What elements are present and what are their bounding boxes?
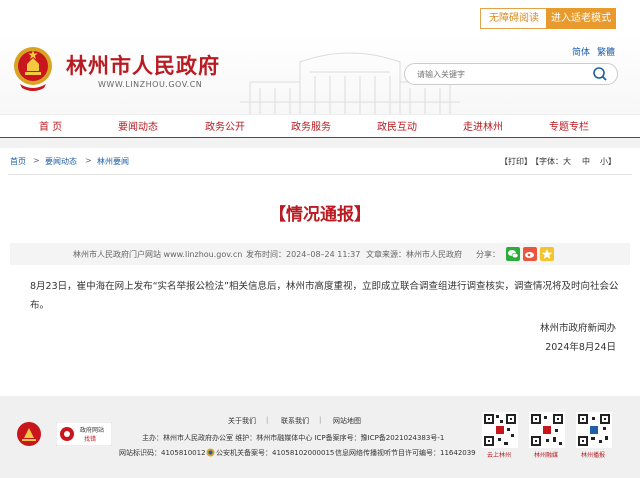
qr-code-linzhou-broadcast [576,412,612,448]
nav-item-news[interactable]: 要闻动态 [118,118,158,133]
qr-label-yunshang-linzhou: 云上林州 [487,452,512,459]
article-body: 8月23日，崔中海在网上发布“实名举报公检法”相关信息后，林州市高度重视，立即成… [30,281,619,311]
qr-code-linzhou-media [529,412,565,448]
font-large-button[interactable]: 大 [563,156,571,167]
gov-website-error-report-badge[interactable]: 政府网站 找错 [56,422,112,446]
breadcrumb-news[interactable]: 要闻动态 [45,156,77,167]
simplified-chinese-link[interactable]: 简体 [572,45,590,58]
site-title[interactable]: 林州市人民政府 [66,50,220,80]
source-site: 林州市人民政府门户网站 www.linzhou.gov.cn [73,250,243,259]
party-government-badge-icon[interactable] [16,421,42,447]
national-emblem-icon [14,47,52,91]
qr-code-yunshang-linzhou [482,412,518,448]
font-medium-button[interactable]: 中 [582,156,590,167]
footer-separator: | [266,416,269,424]
font-size-label: 【字体： [531,157,563,166]
article-signature-date: 2024年8月24日 [545,342,616,353]
article-source: 文章来源：林州市人民政府 [366,250,462,259]
qr-label-linzhou-broadcast: 林州播报 [581,452,606,459]
article-title: 【情况通报】 [269,205,371,225]
breadcrumb-linzhou-news[interactable]: 林州要闻 [97,156,129,167]
nav-item-special-topics[interactable]: 专题专栏 [549,118,589,133]
elder-mode-button[interactable]: 进入适老模式 [546,8,616,29]
nav-item-services[interactable]: 政务服务 [291,118,331,133]
footer-link-sitemap[interactable]: 网站地图 [333,416,361,426]
article-signature-org: 林州市政府新闻办 [539,323,616,334]
weibo-share-icon[interactable] [523,247,537,261]
footer-separator: | [319,416,322,424]
main-nav: 首 页 要闻动态 政务公开 政务服务 政民互动 走进林州 专题专栏 [0,114,640,139]
print-button[interactable]: 【打印】 [500,156,532,167]
publish-time: 发布时间：2024–08–24 11:37 [246,250,361,259]
nav-item-interaction[interactable]: 政民互动 [377,118,417,133]
share-label: 分享： [476,250,500,259]
section-divider [0,138,640,148]
breadcrumb-home[interactable]: 首页 [10,156,26,167]
police-badge-icon [206,448,215,457]
breadcrumb-separator: > [33,156,40,165]
nav-item-gov-affairs[interactable]: 政务公开 [205,118,245,133]
nav-item-about-linzhou[interactable]: 走进林州 [463,118,503,133]
accessible-reading-button[interactable]: 无障碍阅读 [480,8,548,29]
search-input[interactable] [417,66,577,82]
footer-av-license: 信息网络传播视听节目许可编号：11642039 [335,449,476,457]
qzone-share-icon[interactable] [540,247,554,261]
article-meta-bar: 林州市人民政府门户网站 www.linzhou.gov.cn 发布时间：2024… [10,243,630,265]
footer-site-id: 网站标识码：4105810012 [119,449,206,457]
svg-text:找错: 找错 [84,435,96,443]
footer-link-contact[interactable]: 联系我们 [281,416,309,426]
font-small-button[interactable]: 小】 [600,156,616,167]
svg-text:政府网站: 政府网站 [80,426,104,434]
nav-item-home[interactable]: 首 页 [39,118,62,133]
breadcrumb-divider [8,174,632,175]
site-domain: WWW.LINZHOU.GOV.CN [98,80,203,89]
traditional-chinese-link[interactable]: 繁體 [597,45,615,58]
footer-host-info: 主办：林州市人民政府办公室 维护：林州市融媒体中心 ICP备案序号：豫ICP备2… [142,434,445,442]
breadcrumb-separator: > [85,156,92,165]
qr-label-linzhou-media: 林州融媒 [534,452,559,459]
footer-police-record[interactable]: 公安机关备案号：41058102000015 [216,448,334,458]
footer-link-about[interactable]: 关于我们 [228,416,256,426]
search-icon[interactable] [591,66,609,82]
wechat-share-icon[interactable] [506,247,520,261]
search-box [404,63,618,85]
